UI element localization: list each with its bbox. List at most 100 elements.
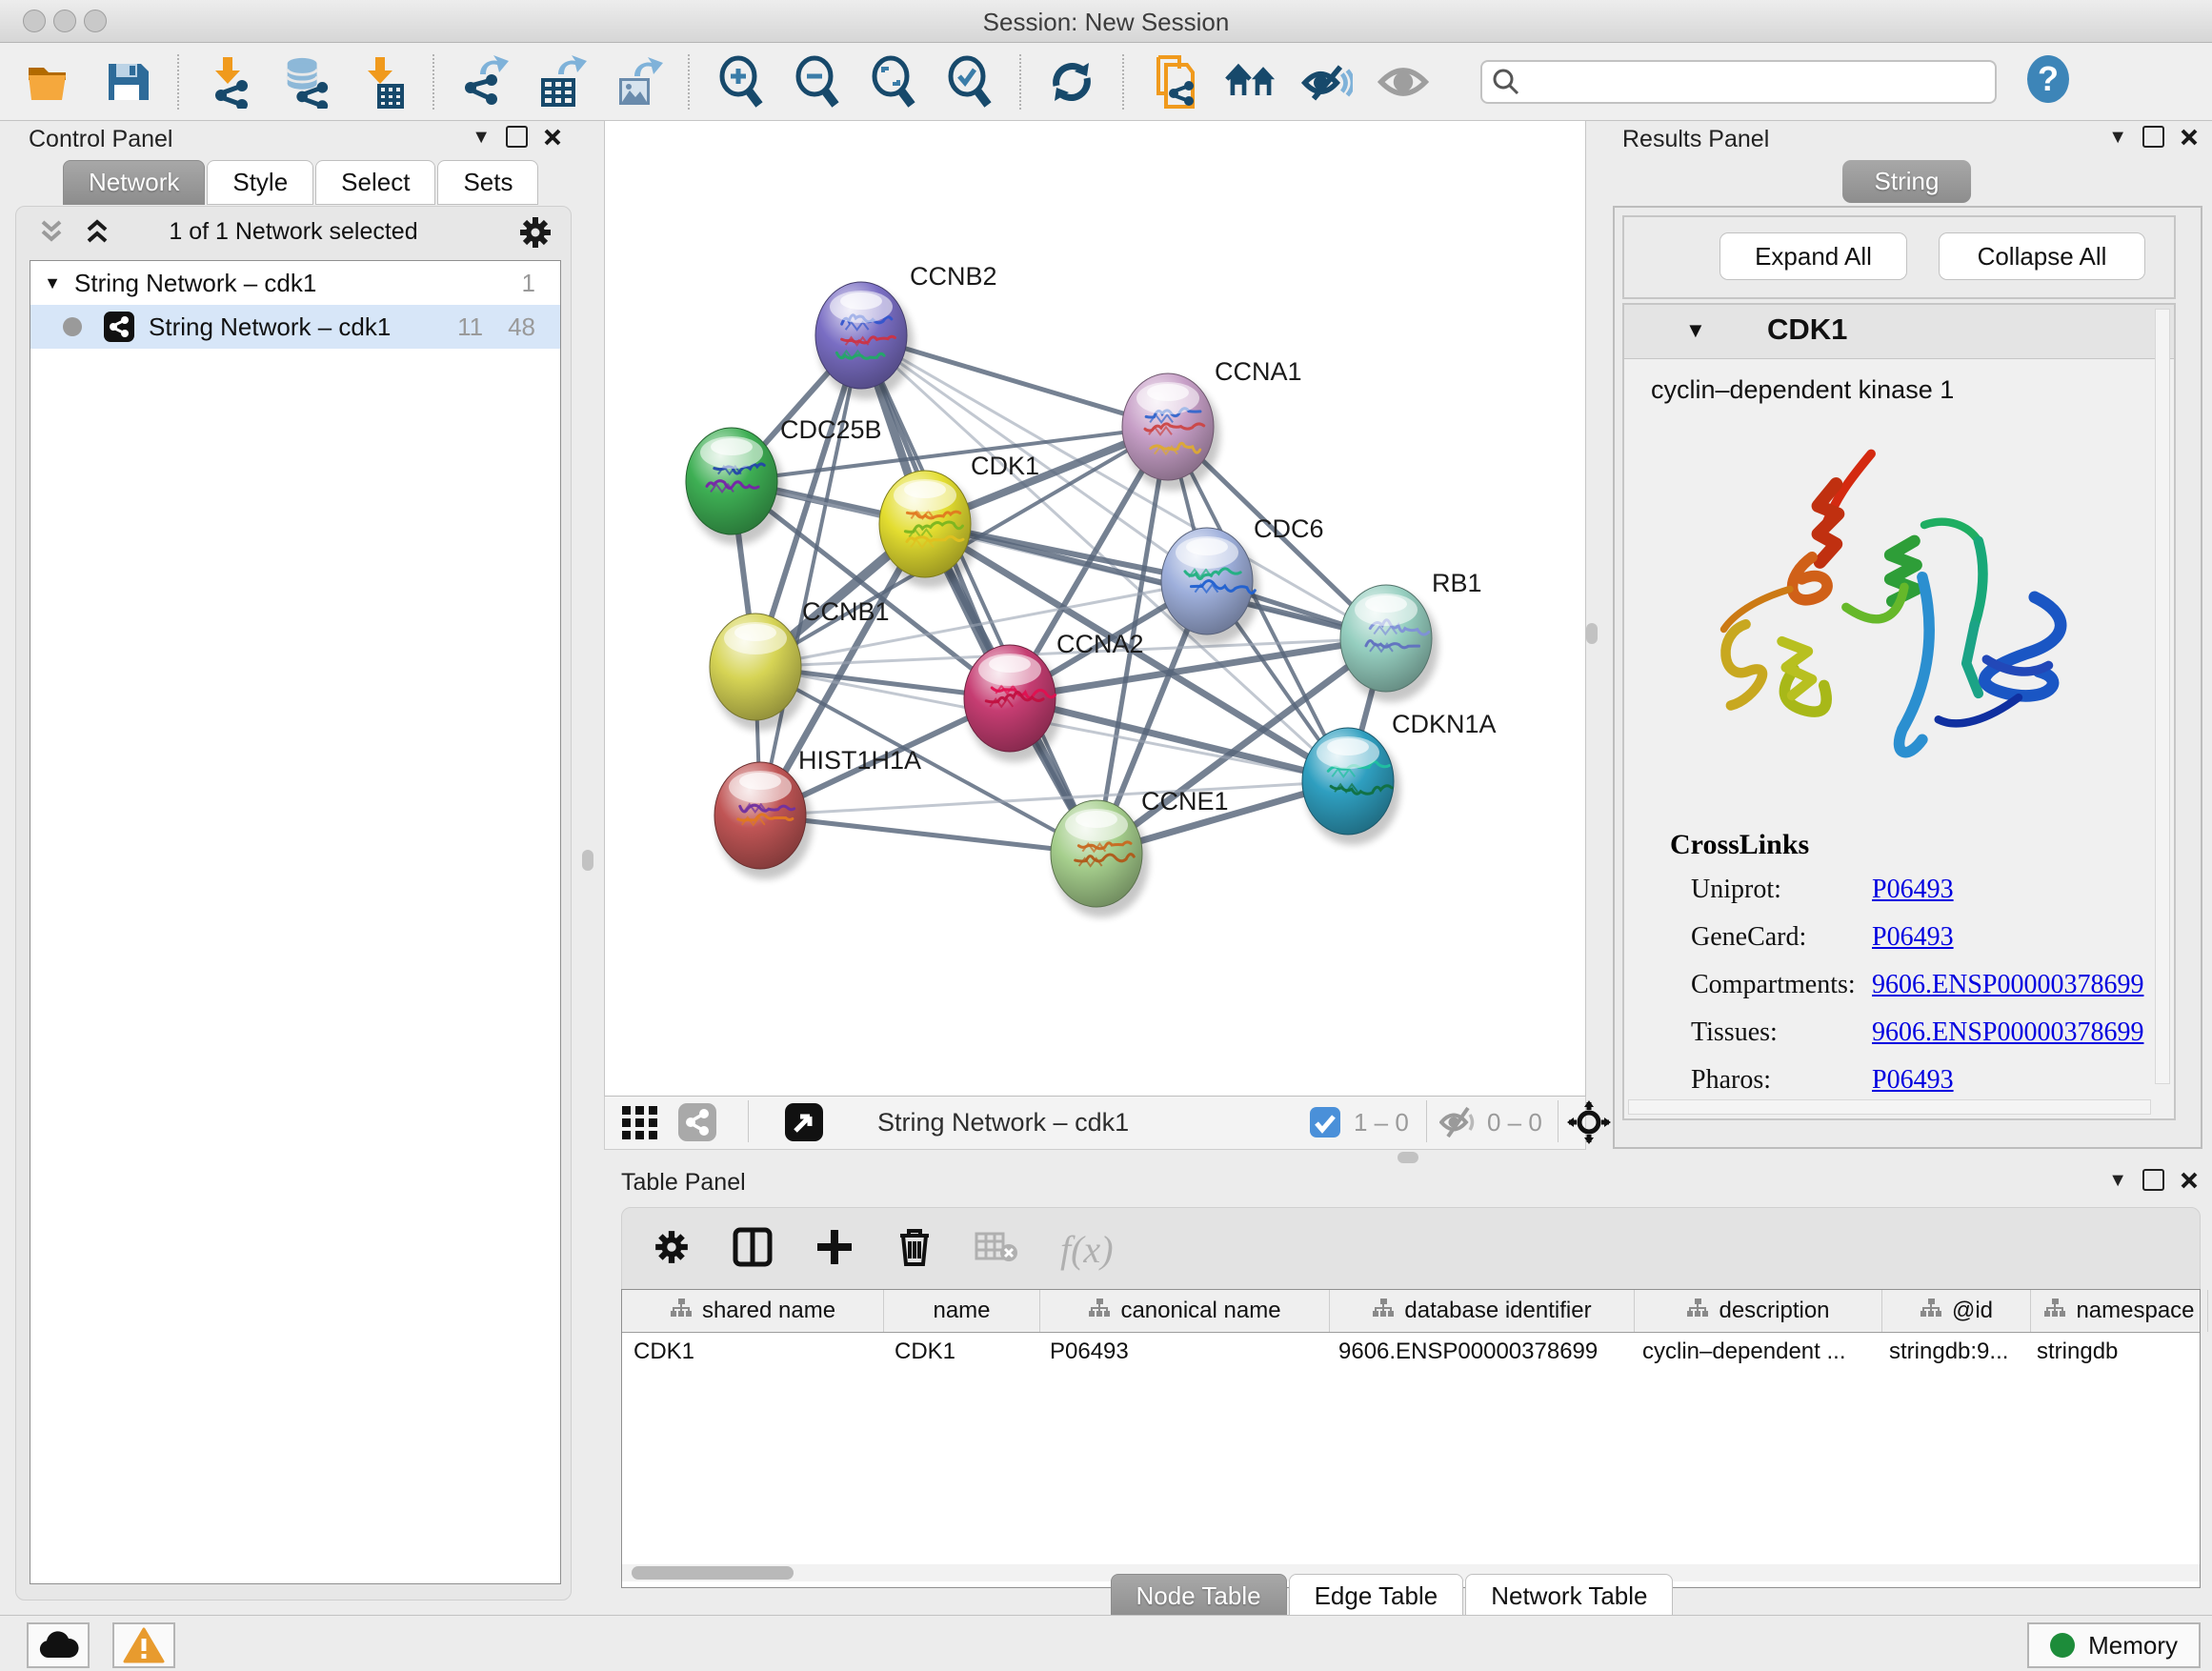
show-all-eye-icon[interactable] [1377, 56, 1429, 108]
import-network-database-icon[interactable] [280, 56, 332, 108]
memory-button[interactable]: Memory [2027, 1622, 2201, 1668]
help-icon[interactable]: ? [2025, 54, 2071, 109]
network-row[interactable]: String Network – cdk1 11 48 [30, 305, 560, 349]
network-collection-row[interactable]: ▼ String Network – cdk1 1 [30, 261, 560, 305]
node-CCNE1[interactable] [1051, 800, 1149, 917]
node-HIST1H1A[interactable] [714, 762, 813, 879]
import-network-file-icon[interactable] [204, 56, 255, 108]
close-panel-icon[interactable] [2180, 1171, 2199, 1190]
table-row[interactable]: CDK1CDK1P064939606.ENSP00000378699cyclin… [622, 1333, 2200, 1375]
column-header-name[interactable]: name [884, 1290, 1040, 1332]
disclosure-triangle-icon[interactable]: ▼ [1685, 318, 1706, 343]
gear-icon[interactable] [517, 214, 553, 255]
cell-name[interactable]: CDK1 [883, 1333, 1038, 1375]
crosslink-link[interactable]: 9606.ENSP00000378699 [1872, 1017, 2143, 1048]
import-table-file-icon[interactable] [356, 56, 408, 108]
node-CDC6[interactable] [1161, 528, 1259, 645]
zoom-fit-icon[interactable] [867, 56, 918, 108]
close-panel-icon[interactable] [2180, 128, 2199, 147]
float-panel-icon[interactable] [2142, 1169, 2164, 1191]
left-splitter-handle[interactable] [582, 850, 593, 871]
selected-checkbox-icon[interactable] [1309, 1106, 1341, 1143]
collapse-all-button[interactable]: Collapse All [1939, 232, 2145, 280]
search-input[interactable] [1480, 60, 1997, 104]
tab-sets[interactable]: Sets [437, 160, 538, 205]
node-section-header[interactable]: ▼ CDK1 [1624, 305, 2174, 359]
panel-menu-icon[interactable]: ▼ [2108, 1171, 2127, 1190]
cell-namespace[interactable]: stringdb [2025, 1333, 2202, 1375]
birdseye-view-icon[interactable] [784, 1102, 824, 1147]
crosslink-link[interactable]: P06493 [1872, 1065, 1954, 1096]
network-canvas[interactable]: CCNB2CCNA1CDC25BCDK1CDC6RB1CCNB1CCNA2HIS… [604, 120, 1586, 1097]
delete-table-icon [975, 1230, 1018, 1269]
column-header-namespace[interactable]: namespace [2031, 1290, 2208, 1332]
edge-CCNB2-CCNE1[interactable] [861, 335, 1096, 854]
node-CCNA2[interactable] [964, 645, 1062, 762]
right-splitter-handle[interactable] [1586, 623, 1598, 644]
disclosure-triangle-icon[interactable]: ▼ [30, 273, 74, 293]
edge-HIST1H1A-CDKN1A[interactable] [760, 781, 1348, 815]
column-header-description[interactable]: description [1635, 1290, 1882, 1332]
float-panel-icon[interactable] [2142, 126, 2164, 148]
node-label-CCNE1: CCNE1 [1141, 787, 1229, 815]
control-panel: Control Panel ▼ Network Style Select Set… [8, 122, 575, 1601]
cloud-icon[interactable] [27, 1622, 90, 1668]
close-panel-icon[interactable] [543, 128, 562, 147]
svg-text:?: ? [2038, 59, 2059, 98]
crosslink-link[interactable]: P06493 [1872, 875, 1954, 905]
memory-status-dot [2050, 1633, 2075, 1658]
crosslink-link[interactable]: 9606.ENSP00000378699 [1872, 970, 2143, 1000]
cell-shared-name[interactable]: CDK1 [622, 1333, 883, 1375]
node-CCNA1[interactable] [1122, 373, 1220, 491]
new-network-from-selection-icon[interactable] [1149, 56, 1200, 108]
export-table-icon[interactable] [535, 56, 587, 108]
hide-selected-eye-icon[interactable] [1301, 56, 1353, 108]
show-columns-icon[interactable] [733, 1227, 773, 1272]
network-selection-status: 1 of 1 Network selected [16, 218, 571, 246]
node-CDK1[interactable] [879, 471, 977, 588]
delete-column-icon[interactable] [896, 1226, 933, 1273]
column-header-canonical-name[interactable]: canonical name [1040, 1290, 1330, 1332]
export-network-icon[interactable] [459, 56, 511, 108]
add-column-icon[interactable] [814, 1227, 855, 1272]
tab-string[interactable]: String [1842, 160, 1972, 203]
tab-select[interactable]: Select [315, 160, 435, 205]
horizontal-splitter-handle[interactable] [1398, 1152, 1418, 1163]
float-panel-icon[interactable] [506, 126, 528, 148]
cell-database-identifier[interactable]: 9606.ENSP00000378699 [1327, 1333, 1631, 1375]
network-view-share-icon[interactable] [677, 1102, 717, 1147]
collection-count: 1 [522, 269, 535, 298]
panel-menu-icon[interactable]: ▼ [2108, 128, 2127, 147]
houses-icon[interactable] [1225, 56, 1277, 108]
node-CDC25B[interactable] [686, 428, 784, 545]
expand-all-button[interactable]: Expand All [1719, 232, 1907, 280]
cell-description[interactable]: cyclin–dependent ... [1631, 1333, 1878, 1375]
export-image-icon[interactable] [612, 56, 663, 108]
edge-CCNB2-HIST1H1A[interactable] [760, 335, 861, 815]
column-header-shared-name[interactable]: shared name [622, 1290, 884, 1332]
results-vertical-scrollbar[interactable] [2155, 309, 2170, 1084]
cell-canonical-name[interactable]: P06493 [1038, 1333, 1327, 1375]
tab-network[interactable]: Network [63, 160, 205, 205]
warning-icon[interactable] [112, 1622, 175, 1668]
cell-@id[interactable]: stringdb:9... [1878, 1333, 2025, 1375]
crosslink-link[interactable]: P06493 [1872, 922, 1954, 953]
save-session-icon[interactable] [101, 56, 152, 108]
table-gear-icon[interactable] [653, 1228, 691, 1271]
column-header-database-identifier[interactable]: database identifier [1330, 1290, 1635, 1332]
zoom-out-icon[interactable] [791, 56, 842, 108]
open-session-icon[interactable] [25, 56, 76, 108]
node-RB1[interactable] [1340, 585, 1438, 702]
node-CDKN1A[interactable] [1302, 728, 1400, 845]
crosslinks-title: CrossLinks [1670, 829, 2155, 861]
tab-style[interactable]: Style [207, 160, 313, 205]
hidden-eye-slash-icon[interactable] [1439, 1106, 1478, 1143]
node-CCNB2[interactable] [815, 282, 914, 399]
results-horizontal-scrollbar[interactable] [1628, 1099, 2151, 1115]
refresh-icon[interactable] [1046, 56, 1097, 108]
zoom-in-icon[interactable] [714, 56, 766, 108]
panel-menu-icon[interactable]: ▼ [472, 128, 491, 147]
column-header-@id[interactable]: @id [1882, 1290, 2031, 1332]
grid-view-icon[interactable] [620, 1102, 660, 1147]
zoom-selected-icon[interactable] [943, 56, 995, 108]
